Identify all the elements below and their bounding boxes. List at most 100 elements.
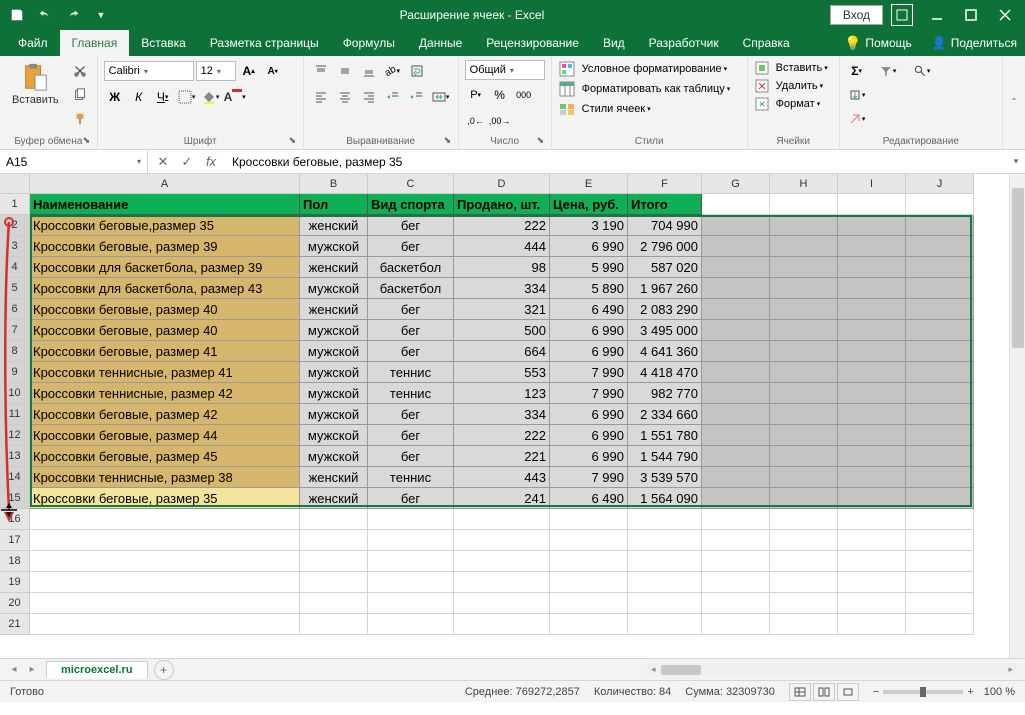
borders-icon[interactable]: ▾ — [176, 86, 198, 108]
cell[interactable]: 123 — [454, 383, 550, 404]
cell[interactable] — [368, 593, 454, 614]
decrease-indent-icon[interactable] — [382, 86, 404, 108]
help-button[interactable]: Помощь — [865, 36, 911, 50]
cell[interactable]: 6 990 — [550, 446, 628, 467]
cell[interactable]: Кроссовки теннисные, размер 41 — [30, 362, 300, 383]
row-header[interactable]: 20 — [0, 593, 30, 614]
zoom-in-button[interactable]: + — [967, 686, 973, 698]
cell[interactable]: теннис — [368, 383, 454, 404]
row-header[interactable]: 21 — [0, 614, 30, 635]
login-button[interactable]: Вход — [830, 5, 883, 25]
cell[interactable] — [454, 509, 550, 530]
cell[interactable] — [770, 425, 838, 446]
font-size-combo[interactable]: 12▾ — [196, 61, 236, 81]
cell[interactable]: 587 020 — [628, 257, 702, 278]
cell[interactable]: Кроссовки беговые, размер 40 — [30, 320, 300, 341]
cell[interactable]: 3 495 000 — [628, 320, 702, 341]
cell[interactable] — [368, 530, 454, 551]
cell[interactable]: 553 — [454, 362, 550, 383]
align-bottom-icon[interactable] — [358, 60, 380, 82]
cell[interactable]: Кроссовки беговые,размер 35 — [30, 215, 300, 236]
accounting-format-icon[interactable]: Р▾ — [465, 84, 487, 106]
cell[interactable] — [838, 593, 906, 614]
cell[interactable]: мужской — [300, 320, 368, 341]
cell[interactable]: Цена, руб. — [550, 194, 628, 215]
cell[interactable] — [702, 404, 770, 425]
cell[interactable] — [628, 551, 702, 572]
cell[interactable]: мужской — [300, 341, 368, 362]
cell[interactable] — [838, 194, 906, 215]
zoom-slider[interactable] — [883, 690, 963, 694]
font-launcher-icon[interactable]: ⬊ — [289, 135, 301, 147]
cell[interactable] — [300, 509, 368, 530]
cell[interactable] — [906, 446, 974, 467]
cell[interactable] — [906, 215, 974, 236]
align-right-icon[interactable] — [358, 86, 380, 108]
row-header[interactable]: 1 — [0, 194, 30, 215]
percent-format-icon[interactable]: % — [489, 84, 511, 106]
view-page-layout-icon[interactable] — [813, 683, 835, 701]
cell[interactable]: Наименование — [30, 194, 300, 215]
cell[interactable]: 982 770 — [628, 383, 702, 404]
horizontal-scrollbar[interactable]: ◂ ▸ — [647, 663, 1017, 677]
cell[interactable] — [702, 383, 770, 404]
increase-font-icon[interactable]: A▴ — [238, 60, 260, 82]
cell[interactable] — [702, 572, 770, 593]
cell[interactable] — [702, 236, 770, 257]
cell[interactable] — [838, 236, 906, 257]
zoom-out-button[interactable]: − — [873, 686, 879, 698]
cell[interactable]: мужской — [300, 446, 368, 467]
fill-icon[interactable]: ▾ — [846, 84, 868, 106]
increase-decimal-icon[interactable]: ,0← — [465, 110, 487, 132]
row-header[interactable]: 12 — [0, 425, 30, 446]
clipboard-launcher-icon[interactable]: ⬊ — [83, 135, 95, 147]
column-header[interactable]: E — [550, 174, 628, 194]
copy-icon[interactable] — [69, 84, 91, 106]
tab-view[interactable]: Вид — [591, 30, 637, 56]
cell[interactable] — [550, 509, 628, 530]
cell[interactable]: Вид спорта — [368, 194, 454, 215]
cell[interactable] — [454, 614, 550, 635]
cell[interactable] — [368, 509, 454, 530]
cell[interactable] — [368, 551, 454, 572]
column-header[interactable]: B — [300, 174, 368, 194]
merge-cells-icon[interactable]: ▾ — [430, 86, 452, 108]
cell[interactable]: Итого — [628, 194, 702, 215]
cell[interactable] — [906, 530, 974, 551]
cell[interactable] — [702, 362, 770, 383]
align-center-icon[interactable] — [334, 86, 356, 108]
cell[interactable]: женский — [300, 215, 368, 236]
tab-data[interactable]: Данные — [407, 30, 474, 56]
cell[interactable] — [702, 320, 770, 341]
cell[interactable]: 6 990 — [550, 236, 628, 257]
cell[interactable]: бег — [368, 236, 454, 257]
row-header[interactable]: 2 — [0, 215, 30, 236]
wrap-text-icon[interactable] — [406, 60, 428, 82]
cell[interactable] — [906, 362, 974, 383]
maximize-button[interactable] — [955, 1, 987, 29]
cell[interactable] — [770, 320, 838, 341]
cell[interactable] — [906, 341, 974, 362]
expand-formula-bar-icon[interactable]: ▾ — [1007, 156, 1025, 167]
cell[interactable] — [906, 593, 974, 614]
cell[interactable]: 221 — [454, 446, 550, 467]
row-header[interactable]: 15 — [0, 488, 30, 509]
cell[interactable]: баскетбол — [368, 257, 454, 278]
cell[interactable] — [838, 509, 906, 530]
formula-input[interactable] — [226, 155, 1007, 169]
cell[interactable] — [770, 299, 838, 320]
cell[interactable] — [770, 215, 838, 236]
cell[interactable] — [30, 551, 300, 572]
display-options-icon[interactable] — [891, 4, 913, 26]
cell[interactable] — [906, 320, 974, 341]
cell[interactable] — [702, 509, 770, 530]
row-header[interactable]: 3 — [0, 236, 30, 257]
cell[interactable]: 704 990 — [628, 215, 702, 236]
cell[interactable]: бег — [368, 299, 454, 320]
cell[interactable] — [906, 257, 974, 278]
cell[interactable] — [838, 530, 906, 551]
decrease-font-icon[interactable]: A▾ — [262, 60, 284, 82]
row-header[interactable]: 14 — [0, 467, 30, 488]
cell[interactable] — [838, 257, 906, 278]
cell[interactable] — [770, 572, 838, 593]
